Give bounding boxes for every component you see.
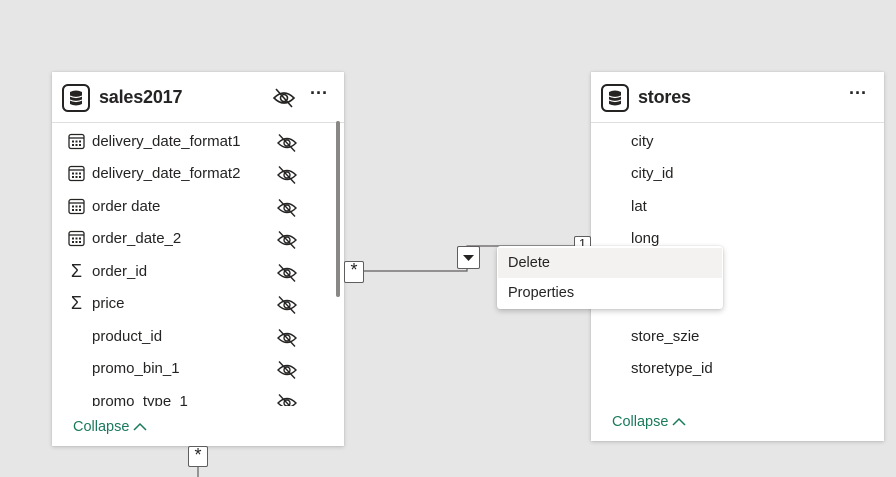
field-label: lat: [631, 198, 647, 215]
eye-hidden-icon[interactable]: [276, 198, 298, 218]
field-row[interactable]: lat: [591, 190, 884, 222]
relationship-direction-icon[interactable]: [457, 246, 480, 269]
context-menu: Delete Properties: [497, 246, 723, 309]
chevron-up-icon: [133, 423, 147, 431]
field-label: price: [92, 295, 125, 312]
table-header: sales2017 ···: [52, 72, 344, 123]
field-row[interactable]: city: [591, 125, 884, 157]
calendar-icon: [68, 133, 85, 150]
more-options-icon[interactable]: ···: [847, 84, 869, 108]
calendar-icon: [68, 198, 85, 215]
calendar-icon: [68, 230, 85, 247]
field-row[interactable]: order_date_2: [52, 222, 344, 254]
field-label: order_date_2: [92, 230, 182, 247]
table-title: stores: [638, 87, 691, 107]
field-label: storetype_id: [631, 360, 713, 377]
collapse-label: Collapse: [73, 419, 130, 435]
eye-hidden-icon[interactable]: [276, 360, 298, 380]
field-row[interactable]: storetype_id: [591, 352, 884, 384]
cardinality-symbol: *: [194, 445, 202, 465]
eye-hidden-icon[interactable]: [276, 263, 298, 283]
collapse-link[interactable]: Collapse: [612, 414, 686, 430]
eye-hidden-icon[interactable]: [276, 393, 298, 406]
cardinality-symbol: *: [350, 260, 358, 280]
chevron-up-icon: [672, 418, 686, 426]
field-label: store_szie: [631, 328, 700, 345]
field-row[interactable]: Σ order_id: [52, 255, 344, 287]
field-row[interactable]: delivery_date_format2: [52, 157, 344, 189]
eye-hidden-icon[interactable]: [276, 230, 298, 250]
eye-hidden-icon[interactable]: [276, 133, 298, 153]
field-row[interactable]: promo_type_1: [52, 385, 344, 406]
table-card-sales2017[interactable]: sales2017 ··· delivery_date_format1 deli…: [52, 72, 344, 446]
collapse-label: Collapse: [612, 414, 669, 430]
field-label: city: [631, 133, 654, 150]
menu-item-properties[interactable]: Properties: [498, 278, 722, 308]
calendar-icon: [68, 165, 85, 182]
field-label: order_id: [92, 263, 148, 280]
field-label: long: [631, 230, 660, 247]
scrollbar-thumb[interactable]: [336, 121, 340, 297]
table-title: sales2017: [99, 87, 183, 107]
eye-hidden-icon[interactable]: [276, 328, 298, 348]
table-header: stores ···: [591, 72, 884, 123]
more-options-icon[interactable]: ···: [308, 84, 330, 108]
cardinality-many-marker: *: [188, 446, 208, 467]
caret-down-icon: [463, 255, 474, 261]
field-label: delivery_date_format2: [92, 165, 241, 182]
sigma-icon: Σ: [70, 261, 83, 281]
field-label: order date: [92, 198, 161, 215]
field-label: delivery_date_format1: [92, 133, 241, 150]
menu-item-delete[interactable]: Delete: [498, 248, 722, 278]
field-list: delivery_date_format1 delivery_date_form…: [52, 123, 344, 406]
database-icon: [601, 84, 629, 112]
field-label: promo_type_1: [92, 393, 188, 406]
field-row[interactable]: Σ price: [52, 287, 344, 319]
field-row[interactable]: order date: [52, 190, 344, 222]
field-label: promo_bin_1: [92, 360, 180, 377]
field-row[interactable]: delivery_date_format1: [52, 125, 344, 157]
field-label: city_id: [631, 165, 674, 182]
field-row[interactable]: promo_bin_1: [52, 352, 344, 384]
cardinality-many-marker: *: [344, 261, 364, 283]
database-icon: [62, 84, 90, 112]
sigma-icon: Σ: [70, 293, 83, 313]
collapse-link[interactable]: Collapse: [73, 419, 147, 435]
field-label: product_id: [92, 328, 163, 345]
eye-hidden-icon[interactable]: [276, 295, 298, 315]
eye-hidden-icon[interactable]: [272, 87, 296, 109]
field-row[interactable]: city_id: [591, 157, 884, 189]
field-row[interactable]: product_id: [52, 320, 344, 352]
field-row[interactable]: store_szie: [591, 320, 884, 352]
eye-hidden-icon[interactable]: [276, 165, 298, 185]
